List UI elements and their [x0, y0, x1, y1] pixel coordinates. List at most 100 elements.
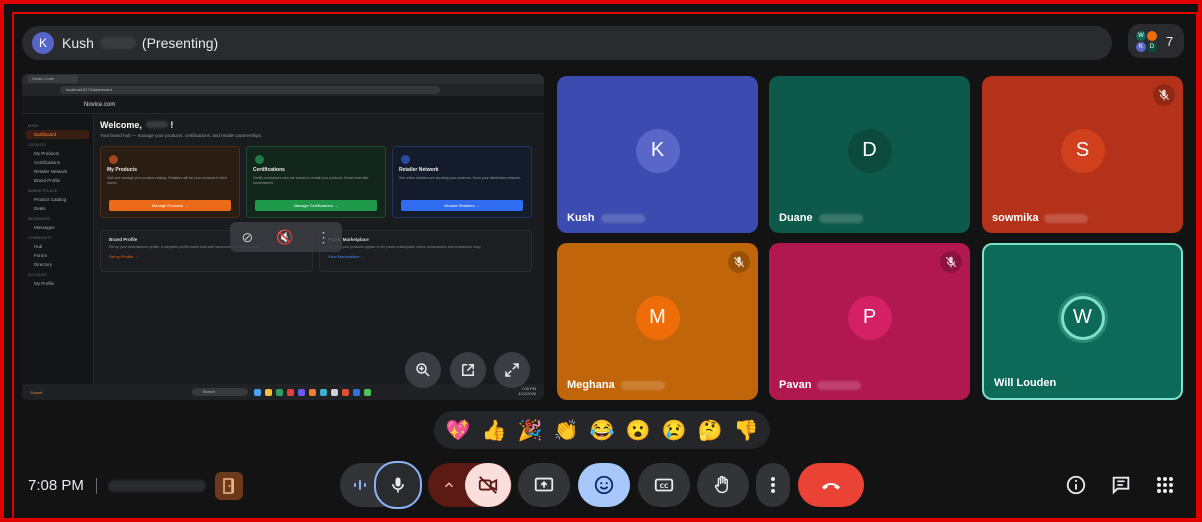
browser-tab: Studio Code	[28, 75, 79, 83]
feature-cards: My Products Add and manage your product …	[100, 146, 536, 218]
presenter-bar[interactable]: K Kush (Presenting)	[22, 26, 1112, 60]
card-title: My Products	[107, 167, 138, 173]
reactions-bar: 💖 👍 🎉 👏 😂 😮 😢 🤔 👎	[434, 411, 770, 449]
blurred-meeting-code	[108, 480, 206, 492]
blurred-surname	[99, 37, 136, 49]
mic-off-icon	[1153, 84, 1175, 106]
app-sidebar: MAIN Dashboard CATALOG My Products Certi…	[22, 114, 94, 386]
side-item: Directory	[34, 262, 53, 267]
side-section: CATALOG	[28, 143, 47, 147]
chat-button[interactable]	[1106, 470, 1136, 500]
reaction-party-popper[interactable]: 🎉	[518, 418, 543, 443]
participant-tile-duane[interactable]: D Duane	[769, 76, 970, 233]
card-title: Certifications	[253, 167, 285, 173]
microphone-button[interactable]	[374, 461, 422, 509]
reaction-sad[interactable]: 😢	[662, 418, 687, 443]
zoom-in-button[interactable]	[405, 352, 441, 388]
app-brand: Novice.com	[84, 101, 116, 108]
participant-name: sowmika	[992, 212, 1094, 224]
reactions-button[interactable]	[578, 463, 630, 507]
taskbar-search: Search	[192, 388, 249, 396]
camera-off-button[interactable]	[465, 463, 511, 507]
door-icon[interactable]	[215, 472, 243, 500]
taskbar-clock: 7:08 PM 4/12/2026	[518, 386, 536, 396]
badge-icon	[255, 155, 264, 164]
avatar: M	[635, 295, 680, 340]
closed-captions-icon: CC	[654, 478, 674, 492]
participant-name: Meghana	[567, 379, 671, 391]
mic-off-icon	[940, 251, 962, 273]
present-button[interactable]	[518, 463, 570, 507]
info-icon	[1066, 475, 1086, 495]
url-field: localhost:5173/dashboard	[60, 86, 440, 94]
participants-button[interactable]: W K D 7	[1128, 24, 1184, 58]
participant-count: 7	[1166, 33, 1174, 49]
browser-urlbar: localhost:5173/dashboard	[22, 84, 544, 96]
participant-tile-kush[interactable]: K Kush	[557, 76, 758, 233]
side-section: MESSAGES	[28, 217, 51, 221]
reaction-thumbs-down[interactable]: 👎	[734, 418, 759, 443]
products-card: My Products Add and manage your product …	[100, 146, 240, 218]
fullscreen-button[interactable]	[494, 352, 530, 388]
captions-button[interactable]: CC	[638, 463, 690, 507]
welcome-subtitle: Your brand hub — manage your products, c…	[100, 133, 263, 138]
raise-hand-button[interactable]	[697, 463, 749, 507]
side-item: Deals	[34, 206, 46, 211]
pop-out-button[interactable]	[450, 352, 486, 388]
reaction-sparkling-heart[interactable]: 💖	[446, 418, 471, 443]
avatar: K	[635, 128, 680, 173]
side-section: COMMUNITY	[28, 236, 53, 240]
activities-button[interactable]	[1150, 470, 1180, 500]
leave-call-button[interactable]	[798, 463, 864, 507]
marketplace-card: Public Marketplace See how your products…	[319, 230, 532, 272]
participant-tile-pavan[interactable]: P Pavan	[769, 243, 970, 400]
presenter-floating-controls: ⊘ 🔇 ⋮	[230, 222, 342, 252]
box-icon	[109, 155, 118, 164]
reaction-laughing[interactable]: 😂	[590, 418, 615, 443]
browse-retailers-button: Browse Retailers →	[401, 200, 523, 211]
network-icon	[401, 155, 410, 164]
presenter-name: Kush	[62, 35, 94, 51]
open-external-icon	[462, 364, 474, 376]
participant-tile-will-louden[interactable]: W Will Louden	[982, 243, 1183, 400]
mic-off-icon	[728, 251, 750, 273]
more-options-icon[interactable]: ⋮	[317, 229, 331, 246]
more-options-button[interactable]	[756, 463, 790, 507]
presenting-label: (Presenting)	[141, 35, 219, 51]
meeting-details-button[interactable]	[1061, 470, 1091, 500]
reaction-clapping[interactable]: 👏	[554, 418, 579, 443]
participant-name: Kush	[567, 212, 651, 224]
reaction-thumbs-up[interactable]: 👍	[482, 418, 507, 443]
avatar: D	[847, 128, 892, 173]
side-item: My Products	[34, 151, 60, 156]
welcome-heading: Welcome, !	[100, 120, 174, 130]
side-item: My Profile	[34, 281, 55, 286]
card-title: Retailer Network	[399, 167, 439, 173]
side-item: Product Catalog	[34, 197, 67, 202]
audio-level-icon	[354, 480, 366, 490]
card-desc: Add and manage your product catalog. Ret…	[107, 176, 227, 185]
microphone-icon	[392, 477, 404, 493]
present-screen-icon	[534, 477, 554, 492]
camera-off-icon	[478, 476, 498, 494]
taskbar-icons	[254, 388, 372, 396]
side-item: Messages	[34, 225, 55, 230]
unpin-icon[interactable]: ⊘	[241, 229, 253, 246]
side-item: Retailer Network	[34, 169, 68, 174]
avatar-speaking: W	[1060, 295, 1105, 340]
participant-tile-sowmika[interactable]: S sowmika	[982, 76, 1183, 233]
more-vert-icon	[771, 477, 775, 493]
mini-avatar-dot	[1147, 31, 1157, 41]
mini-avatar-k: K	[1136, 42, 1146, 52]
participant-tile-meghana[interactable]: M Meghana	[557, 243, 758, 400]
reaction-surprised[interactable]: 😮	[626, 418, 651, 443]
manage-certifications-button: Manage Certifications →	[255, 200, 377, 211]
reaction-thinking[interactable]: 🤔	[698, 418, 723, 443]
card-desc: See which retailers are stocking your pr…	[399, 176, 521, 180]
side-item: Brand Profile	[34, 178, 61, 183]
presenter-avatar: K	[32, 32, 54, 54]
mute-presentation-icon[interactable]: 🔇	[276, 229, 293, 246]
apps-grid-icon	[1157, 477, 1173, 493]
manage-products-button: Manage Products →	[109, 200, 231, 211]
app-header: Novice.com	[22, 96, 544, 114]
